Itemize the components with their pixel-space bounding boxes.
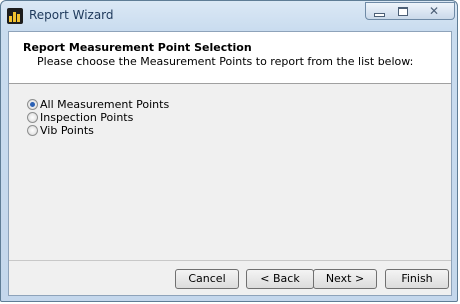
minimize-button[interactable] [365,2,391,20]
page-subtitle: Please choose the Measurement Points to … [37,55,414,68]
wizard-header: Report Measurement Point Selection Pleas… [9,32,451,84]
radio-label: Vib Points [40,124,94,137]
radio-unselected-icon [27,112,38,123]
radio-label: Inspection Points [40,111,134,124]
close-icon: ✕ [428,4,440,18]
radio-selected-icon [27,99,38,110]
wizard-client-area: Report Measurement Point Selection Pleas… [8,31,452,296]
title-bar[interactable]: Report Wizard ✕ [1,1,457,31]
minimize-icon [374,13,385,17]
page-title: Report Measurement Point Selection [23,41,252,54]
close-button[interactable]: ✕ [415,2,455,20]
wizard-footer: Cancel < Back Next > Finish [9,260,451,296]
report-wizard-window: Report Wizard ✕ Report Measurement Point… [0,0,458,302]
radio-unselected-icon [27,125,38,136]
maximize-icon [398,7,408,16]
app-icon [7,8,23,24]
maximize-button[interactable] [390,2,416,20]
next-button[interactable]: Next > [313,269,377,289]
window-title: Report Wizard [29,8,114,22]
radio-label: All Measurement Points [40,98,170,111]
back-button[interactable]: < Back [246,269,314,289]
cancel-button[interactable]: Cancel [175,269,239,289]
finish-button[interactable]: Finish [385,269,449,289]
